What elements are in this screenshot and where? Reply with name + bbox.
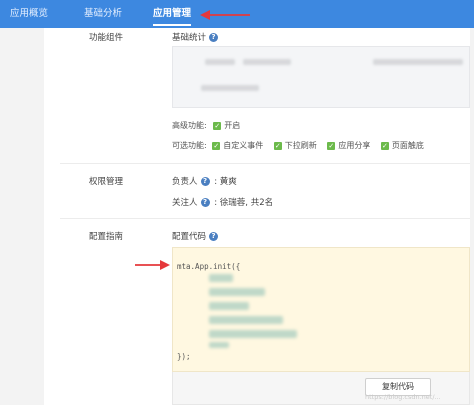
blurred-code [209, 342, 229, 348]
tab-basic-analysis[interactable]: 基础分析 [84, 0, 122, 28]
code-last-line: }); [177, 352, 191, 361]
checkbox-checked-icon: ✓ [273, 141, 282, 150]
checkbox-checked-icon: ✓ [212, 141, 221, 150]
blurred-text [201, 85, 259, 91]
tab-app-management[interactable]: 应用管理 [153, 0, 192, 28]
checkbox-checked-icon: ✓ [327, 141, 336, 150]
option-label: 自定义事件 [223, 141, 264, 150]
blurred-code [209, 316, 283, 324]
optional-features-row: 可选功能: ✓ 自定义事件 ✓ 下拉刷新 ✓ 应用分享 ✓ 页面触底 [172, 140, 432, 151]
option-label: 页面触底 [391, 141, 424, 150]
help-icon[interactable]: ? [200, 198, 210, 207]
annotation-arrow-icon [135, 260, 170, 270]
checkbox-checked-icon: ✓ [213, 121, 222, 130]
section-divider [60, 218, 470, 219]
top-nav: 应用概览 基础分析 应用管理 [0, 0, 474, 28]
section-divider [60, 163, 470, 164]
config-code-block[interactable]: mta.App.init({ }); [172, 247, 470, 372]
basic-stats-label: 基础统计? [172, 31, 219, 43]
option-enable[interactable]: ✓ 开启 [213, 120, 240, 131]
option-pull-refresh[interactable]: ✓ 下拉刷新 [273, 140, 317, 151]
section-title-features: 功能组件 [89, 33, 124, 43]
followers-row: 关注人? : 徐瑞蓉, 共2名 [172, 196, 273, 208]
config-code-text: 配置代码 [172, 232, 207, 242]
owner-row: 负责人? : 黄爽 [172, 175, 237, 187]
blurred-text [243, 59, 291, 65]
help-icon[interactable]: ? [209, 232, 219, 241]
config-code-label: 配置代码? [172, 230, 219, 242]
section-title-config: 配置指南 [89, 232, 124, 242]
help-icon[interactable]: ? [200, 177, 210, 186]
help-icon[interactable]: ? [209, 33, 219, 42]
stats-info-panel [172, 46, 470, 108]
advanced-features-row: 高级功能: ✓ 开启 [172, 120, 248, 131]
active-tab-underline [153, 24, 192, 26]
blurred-code [209, 302, 249, 310]
annotation-arrow-icon [200, 10, 250, 20]
right-edge [470, 28, 474, 405]
followers-value: : 徐瑞蓉, 共2名 [214, 198, 274, 208]
tab-app-management-label: 应用管理 [153, 8, 192, 19]
blurred-code [209, 330, 297, 338]
option-custom-event[interactable]: ✓ 自定义事件 [212, 140, 263, 151]
code-first-line: mta.App.init({ [177, 262, 241, 271]
owner-value: : 黄爽 [214, 177, 237, 187]
option-label: 下拉刷新 [284, 141, 317, 150]
option-app-share[interactable]: ✓ 应用分享 [327, 140, 370, 151]
watermark: https://blog.csdn.net/... [365, 393, 441, 401]
option-label: 开启 [224, 121, 241, 130]
advanced-label: 高级功能: [172, 121, 207, 130]
blurred-code [209, 288, 265, 296]
option-page-bottom[interactable]: ✓ 页面触底 [380, 140, 424, 151]
left-sidebar [0, 28, 44, 405]
basic-stats-text: 基础统计 [172, 33, 207, 43]
option-label: 应用分享 [338, 141, 371, 150]
blurred-text [373, 59, 463, 65]
optional-label: 可选功能: [172, 141, 207, 150]
section-title-permissions: 权限管理 [89, 177, 124, 187]
followers-label: 关注人 [172, 198, 198, 208]
tab-app-overview[interactable]: 应用概览 [10, 0, 48, 28]
checkbox-checked-icon: ✓ [380, 141, 389, 150]
blurred-text [205, 59, 235, 65]
owner-label: 负责人 [172, 177, 198, 187]
blurred-code [209, 274, 233, 282]
